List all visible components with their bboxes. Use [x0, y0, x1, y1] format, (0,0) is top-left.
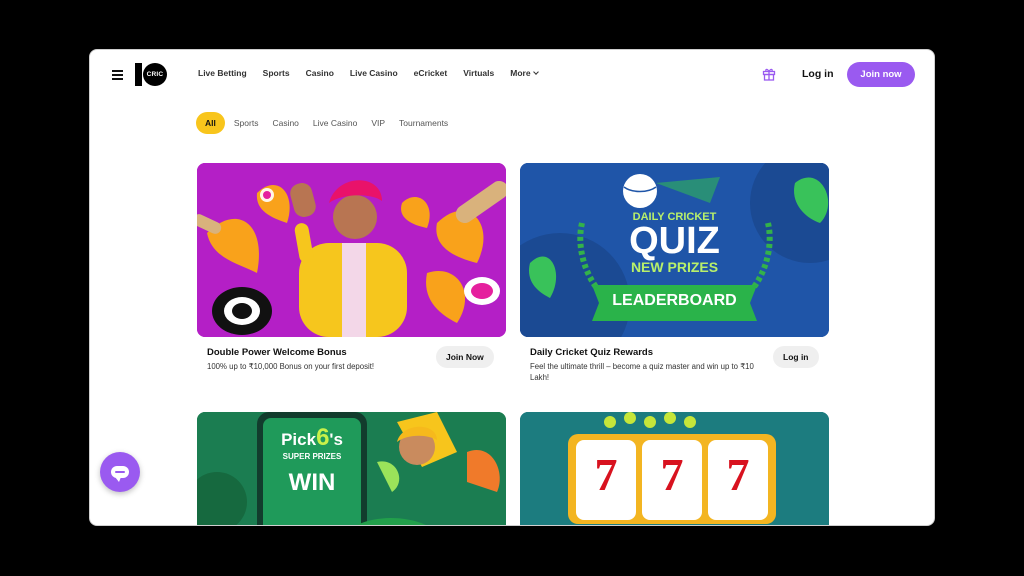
- nav-ecricket[interactable]: eCricket: [414, 68, 448, 78]
- login-link[interactable]: Log in: [802, 68, 834, 80]
- logo-text: CRIC: [146, 71, 164, 78]
- join-now-promo-button[interactable]: Join Now: [436, 346, 494, 368]
- promo-card-pick6: Pick6's SUPER PRIZES WIN: [197, 412, 506, 525]
- filter-all[interactable]: All: [196, 112, 225, 134]
- join-now-button[interactable]: Join now: [847, 62, 915, 87]
- filter-casino[interactable]: Casino: [272, 113, 298, 133]
- main-nav: Live Betting Sports Casino Live Casino e…: [198, 68, 554, 78]
- quiz-new-prizes-text: NEW PRIZES: [630, 259, 719, 275]
- promo-title: Daily Cricket Quiz Rewards: [530, 347, 654, 358]
- leaderboard-ribbon-text: LEADERBOARD: [612, 292, 737, 309]
- nav-more[interactable]: More: [510, 68, 539, 78]
- nav-virtuals[interactable]: Virtuals: [463, 68, 494, 78]
- filter-tournaments[interactable]: Tournaments: [399, 113, 448, 133]
- promo-image-pick6[interactable]: Pick6's SUPER PRIZES WIN: [197, 412, 506, 525]
- promo-image-slots[interactable]: 7 7 7: [520, 412, 829, 525]
- promo-card-cricket-quiz: DAILY CRICKET QUIZ NEW PRIZES LEADERBOAR…: [520, 163, 829, 382]
- pick6-heading: Pick6's: [263, 426, 361, 452]
- welcome-bonus-illustration: [197, 163, 506, 337]
- chat-support-button[interactable]: [100, 452, 140, 492]
- log-in-promo-button[interactable]: Log in: [773, 346, 819, 368]
- promo-filter-bar: All Sports Casino Live Casino VIP Tourna…: [196, 112, 462, 134]
- promo-title: Double Power Welcome Bonus: [207, 347, 347, 358]
- nav-more-label: More: [510, 68, 531, 78]
- nav-casino[interactable]: Casino: [306, 68, 334, 78]
- slot-reel-2: 7: [660, 449, 684, 500]
- gift-icon[interactable]: [762, 67, 776, 81]
- quiz-title-text: QUIZ: [629, 220, 720, 262]
- promo-card-welcome-bonus: Double Power Welcome Bonus 100% up to ₹1…: [197, 163, 506, 371]
- nav-live-betting[interactable]: Live Betting: [198, 68, 247, 78]
- slot-reel-3: 7: [726, 449, 750, 500]
- filter-sports[interactable]: Sports: [234, 113, 259, 133]
- chevron-down-icon: [532, 69, 539, 75]
- filter-vip[interactable]: VIP: [371, 113, 385, 133]
- promo-card-slots: 7 7 7: [520, 412, 829, 525]
- slot-reels: 7 7 7: [576, 448, 768, 501]
- pick6-win-text: WIN: [288, 469, 336, 496]
- promo-description: 100% up to ₹10,000 Bonus on your first d…: [207, 362, 375, 371]
- pick6-suffix-text: 's: [329, 430, 343, 449]
- site-logo[interactable]: CRIC: [135, 63, 167, 86]
- nav-sports[interactable]: Sports: [263, 68, 290, 78]
- browser-window: CRIC Live Betting Sports Casino Live Cas…: [89, 49, 935, 526]
- chat-icon: [111, 466, 129, 482]
- logo-bar: [135, 63, 142, 86]
- logo-circle: CRIC: [143, 63, 167, 86]
- quiz-banner-text: DAILY CRICKET QUIZ NEW PRIZES: [520, 211, 829, 275]
- promo-image-cricket-quiz[interactable]: DAILY CRICKET QUIZ NEW PRIZES LEADERBOAR…: [520, 163, 829, 337]
- filter-live-casino[interactable]: Live Casino: [313, 113, 357, 133]
- pick6-super-prizes-text: SUPER PRIZES: [282, 452, 342, 461]
- pick6-banner-text: Pick6's SUPER PRIZES WIN: [263, 426, 361, 497]
- promo-description: Feel the ultimate thrill – become a quiz…: [530, 362, 754, 382]
- promo-image-welcome-bonus[interactable]: [197, 163, 506, 337]
- nav-live-casino[interactable]: Live Casino: [350, 68, 398, 78]
- menu-icon[interactable]: [112, 70, 123, 80]
- slot-reel-1: 7: [594, 449, 618, 500]
- pick6-pick-text: Pick: [281, 430, 317, 449]
- top-header: CRIC Live Betting Sports Casino Live Cas…: [90, 50, 934, 98]
- pick6-digit-text: 6: [316, 424, 330, 451]
